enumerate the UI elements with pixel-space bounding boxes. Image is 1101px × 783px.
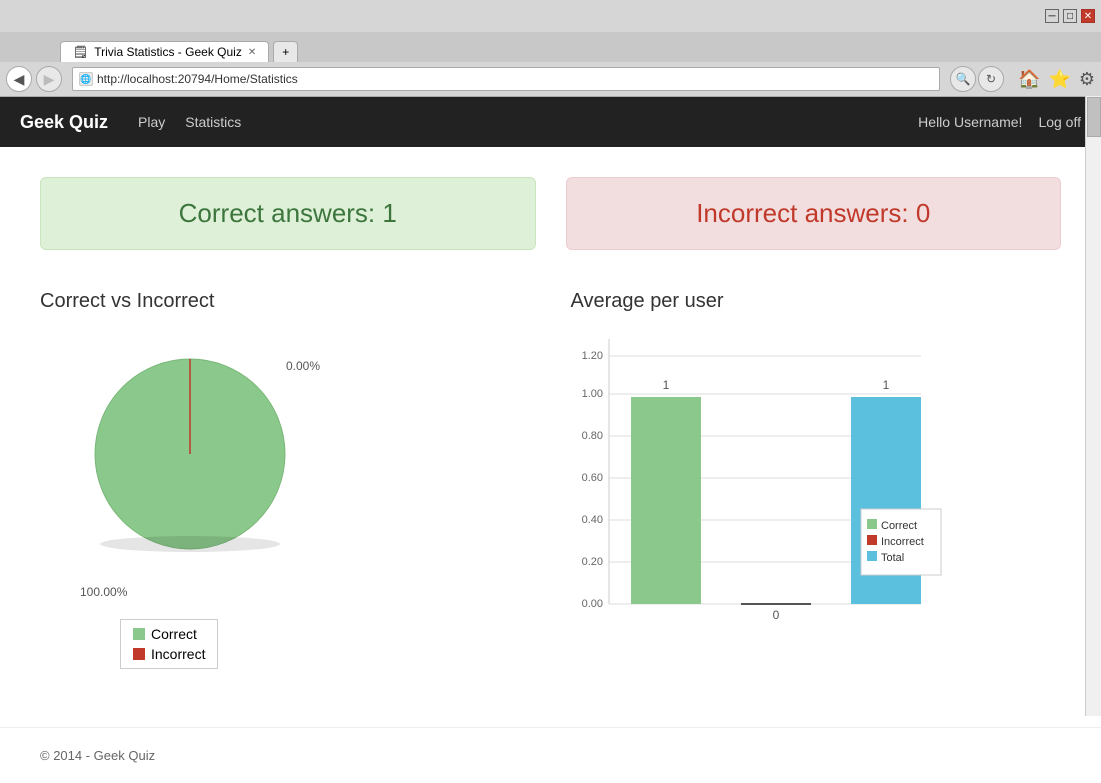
svg-text:Correct: Correct bbox=[881, 520, 917, 532]
tab-title: Trivia Statistics - Geek Quiz bbox=[94, 45, 242, 59]
settings-icon[interactable]: ⚙ bbox=[1079, 69, 1095, 90]
close-button[interactable]: ✕ bbox=[1081, 9, 1095, 23]
window-controls: ─ □ ✕ bbox=[1045, 9, 1095, 23]
logoff-link[interactable]: Log off bbox=[1038, 114, 1081, 130]
pie-svg bbox=[60, 329, 320, 569]
correct-answers-label: Correct answers: 1 bbox=[179, 198, 397, 228]
svg-text:1.00: 1.00 bbox=[581, 388, 602, 400]
svg-text:0: 0 bbox=[772, 608, 779, 622]
tab-close-button[interactable]: ✕ bbox=[248, 47, 256, 58]
svg-text:0.40: 0.40 bbox=[581, 514, 602, 526]
url-text: http://localhost:20794/Home/Statistics bbox=[97, 72, 298, 86]
minimize-button[interactable]: ─ bbox=[1045, 9, 1059, 23]
back-button[interactable]: ◀ bbox=[6, 66, 32, 92]
scrollbar-thumb[interactable] bbox=[1087, 97, 1101, 137]
svg-text:0.20: 0.20 bbox=[581, 556, 602, 568]
pie-chart-container: Correct vs Incorrect 0.00% 100.00% bbox=[40, 290, 531, 669]
tab-bar: 🗒 Trivia Statistics - Geek Quiz ✕ + bbox=[0, 32, 1101, 62]
footer: © 2014 - Geek Quiz bbox=[0, 727, 1101, 783]
navbar-right: Hello Username! Log off bbox=[918, 114, 1081, 130]
svg-text:1: 1 bbox=[662, 378, 669, 392]
maximize-button[interactable]: □ bbox=[1063, 9, 1077, 23]
bar-correct bbox=[631, 397, 701, 604]
search-icon[interactable]: 🔍 bbox=[950, 66, 976, 92]
pie-chart-title: Correct vs Incorrect bbox=[40, 290, 531, 313]
navbar: Geek Quiz Play Statistics Hello Username… bbox=[0, 97, 1101, 147]
main-content: Correct answers: 1 Incorrect answers: 0 … bbox=[0, 147, 1101, 727]
correct-answers-box: Correct answers: 1 bbox=[40, 177, 536, 250]
pie-incorrect-label: Incorrect bbox=[151, 646, 205, 662]
incorrect-answers-box: Incorrect answers: 0 bbox=[566, 177, 1062, 250]
favorites-icon[interactable]: ⭐ bbox=[1048, 69, 1070, 90]
answer-boxes: Correct answers: 1 Incorrect answers: 0 bbox=[40, 177, 1061, 250]
pie-correct-label: Correct bbox=[151, 626, 197, 642]
scrollbar[interactable] bbox=[1085, 96, 1101, 716]
pie-label-correct: 100.00% bbox=[80, 585, 127, 599]
nav-statistics[interactable]: Statistics bbox=[185, 114, 241, 130]
svg-text:Total: Total bbox=[881, 552, 904, 564]
address-bar: ◀ ▶ 🌐 http://localhost:20794/Home/Statis… bbox=[0, 62, 1101, 96]
title-bar: ─ □ ✕ bbox=[0, 0, 1101, 32]
incorrect-color-swatch bbox=[133, 648, 145, 660]
bar-chart-title: Average per user bbox=[571, 290, 1062, 313]
svg-text:0.00: 0.00 bbox=[581, 598, 602, 610]
svg-text:Incorrect: Incorrect bbox=[881, 536, 924, 548]
url-icon: 🌐 bbox=[79, 72, 93, 86]
pie-legend: Correct Incorrect bbox=[120, 619, 218, 669]
pie-label-incorrect: 0.00% bbox=[286, 359, 320, 373]
navbar-links: Play Statistics bbox=[138, 114, 918, 130]
tab-favicon: 🗒 bbox=[73, 45, 88, 59]
forward-button[interactable]: ▶ bbox=[36, 66, 62, 92]
charts-section: Correct vs Incorrect 0.00% 100.00% bbox=[40, 290, 1061, 669]
navbar-brand[interactable]: Geek Quiz bbox=[20, 112, 108, 133]
toolbar-icons: 🏠 ⭐ ⚙ bbox=[1018, 69, 1095, 90]
url-box[interactable]: 🌐 http://localhost:20794/Home/Statistics bbox=[72, 67, 940, 91]
bar-chart-svg: 1.20 1.00 0.80 0.60 0.40 0.20 0.00 bbox=[571, 329, 1021, 649]
svg-text:0.80: 0.80 bbox=[581, 430, 602, 442]
user-greeting: Hello Username! bbox=[918, 114, 1022, 130]
svg-text:0.60: 0.60 bbox=[581, 472, 602, 484]
new-tab[interactable]: + bbox=[273, 41, 298, 62]
correct-color-swatch bbox=[133, 628, 145, 640]
pie-chart-area: 0.00% 100.00% bbox=[40, 329, 340, 619]
footer-text: © 2014 - Geek Quiz bbox=[40, 748, 155, 763]
active-tab[interactable]: 🗒 Trivia Statistics - Geek Quiz ✕ bbox=[60, 41, 269, 62]
nav-play[interactable]: Play bbox=[138, 114, 165, 130]
home-icon[interactable]: 🏠 bbox=[1018, 69, 1040, 90]
incorrect-answers-label: Incorrect answers: 0 bbox=[696, 198, 930, 228]
bar-chart-area: 1.20 1.00 0.80 0.60 0.40 0.20 0.00 bbox=[571, 329, 1062, 649]
pie-legend-correct: Correct bbox=[133, 626, 205, 642]
refresh-icon[interactable]: ↻ bbox=[978, 66, 1004, 92]
svg-text:1: 1 bbox=[882, 378, 889, 392]
pie-legend-incorrect: Incorrect bbox=[133, 646, 205, 662]
svg-text:1.20: 1.20 bbox=[581, 350, 602, 362]
bar-chart-container: Average per user 1.20 1.00 0.80 0.60 0.4… bbox=[571, 290, 1062, 669]
